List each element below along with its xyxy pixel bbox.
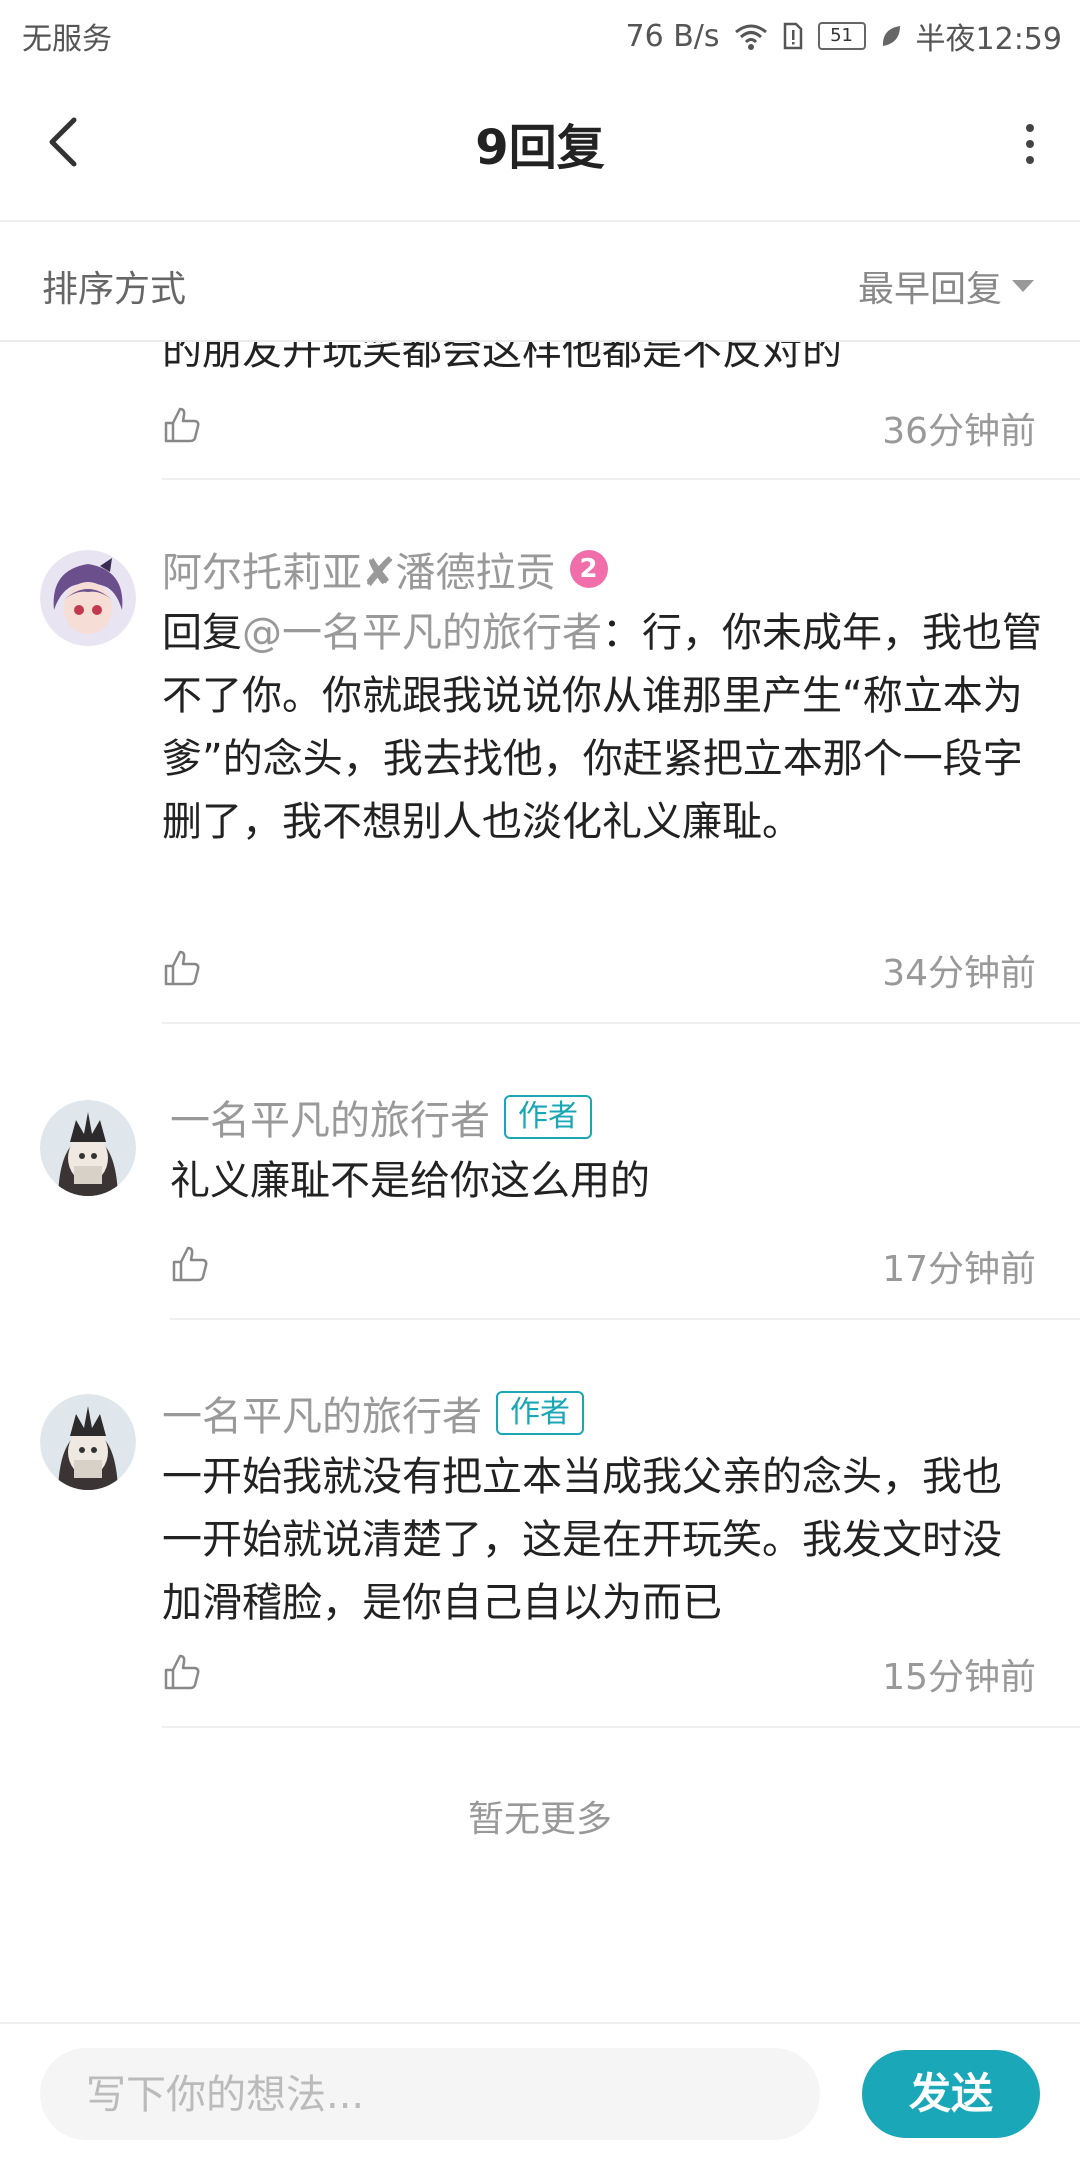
battery-icon: 51: [817, 22, 866, 50]
author-name[interactable]: 一名平凡的旅行者: [162, 1384, 482, 1442]
thumbs-up-icon[interactable]: [162, 948, 202, 988]
sort-label: 排序方式: [42, 269, 187, 310]
no-more-text: 暂无更多: [467, 1799, 612, 1840]
leaf-icon: [882, 26, 900, 46]
avatar[interactable]: [40, 1394, 136, 1490]
reply-author: 一名平凡的旅行者 作者: [170, 1088, 592, 1146]
network-speed: 76 B/s: [625, 18, 720, 54]
reply-item: 一名平凡的旅行者 作者 礼义廉耻不是给你这么用的 17分钟前: [0, 1088, 1080, 1378]
divider: [162, 1022, 1080, 1024]
sort-dropdown[interactable]: 最早回复: [858, 260, 1034, 312]
more-options-icon[interactable]: [1020, 118, 1040, 170]
composer-bar: 发送: [0, 2022, 1080, 2162]
reply-item: 阿尔托莉亚✘潘德拉贡 2 回复@一名平凡的旅行者：行，你未成年，我也管不了你。你…: [0, 540, 1080, 1024]
avatar[interactable]: [40, 1100, 136, 1196]
avatar[interactable]: [40, 550, 136, 646]
divider: [162, 478, 1080, 480]
wifi-icon: [734, 24, 767, 50]
reply-author: 一名平凡的旅行者 作者: [162, 1384, 584, 1442]
comment-input[interactable]: [84, 2048, 788, 2142]
reply-text: 的朋友开玩笑都会这样他都是不反对的: [162, 340, 842, 374]
top-bar: 9回复: [0, 70, 1080, 222]
reply-author: 阿尔托莉亚✘潘德拉贡 2: [162, 540, 608, 598]
author-badge: 作者: [504, 1095, 592, 1139]
caret-down-icon: [1012, 280, 1034, 292]
comment-input-wrapper: [40, 2048, 820, 2142]
send-button[interactable]: 发送: [862, 2050, 1040, 2138]
thumbs-up-icon[interactable]: [162, 405, 202, 445]
reply-time: 34分钟前: [882, 953, 1036, 994]
reply-prefix: 回复: [162, 610, 242, 656]
page-title: 9回复: [475, 120, 605, 176]
reply-time: 36分钟前: [882, 411, 1036, 452]
reply-time: 15分钟前: [882, 1657, 1036, 1698]
author-name[interactable]: 阿尔托莉亚✘潘德拉贡: [162, 540, 556, 598]
author-name[interactable]: 一名平凡的旅行者: [170, 1088, 490, 1146]
level-badge: 2: [569, 550, 608, 588]
thumbs-up-icon[interactable]: [170, 1244, 210, 1284]
sort-value: 最早回复: [857, 269, 1002, 310]
status-icons: 76 B/s 51 半夜12:59: [626, 14, 1063, 58]
reply-item: 一名平凡的旅行者 作者 一开始我就没有把立本当成我父亲的念头，我也一开始就说清楚…: [0, 1384, 1080, 1764]
sim-alert-icon: [783, 22, 802, 50]
thumbs-up-icon[interactable]: [162, 1652, 202, 1692]
reply-text: 礼义廉耻不是给你这么用的: [170, 1158, 650, 1204]
author-badge: 作者: [496, 1391, 584, 1435]
mention-link[interactable]: @一名平凡的旅行者: [242, 610, 602, 656]
reply-list[interactable]: 的朋友开玩笑都会这样他都是不反对的 36分钟前 阿尔托莉亚✘潘德拉贡 2 回复@…: [0, 340, 1080, 2020]
sort-bar: 排序方式 最早回复: [0, 222, 1080, 342]
status-bar: 无服务 76 B/s 51 半夜12:59: [0, 0, 1080, 70]
clock: 半夜12:59: [915, 22, 1062, 57]
divider: [170, 1318, 1080, 1320]
carrier-text: 无服务: [22, 22, 112, 57]
reply-text: 回复@一名平凡的旅行者：行，你未成年，我也管不了你。你就跟我说说你从谁那里产生“…: [162, 602, 1042, 854]
reply-text: 一开始我就没有把立本当成我父亲的念头，我也一开始就说清楚了，这是在开玩笑。我发文…: [162, 1454, 1002, 1626]
divider: [162, 1726, 1080, 1728]
reply-time: 17分钟前: [882, 1249, 1036, 1290]
